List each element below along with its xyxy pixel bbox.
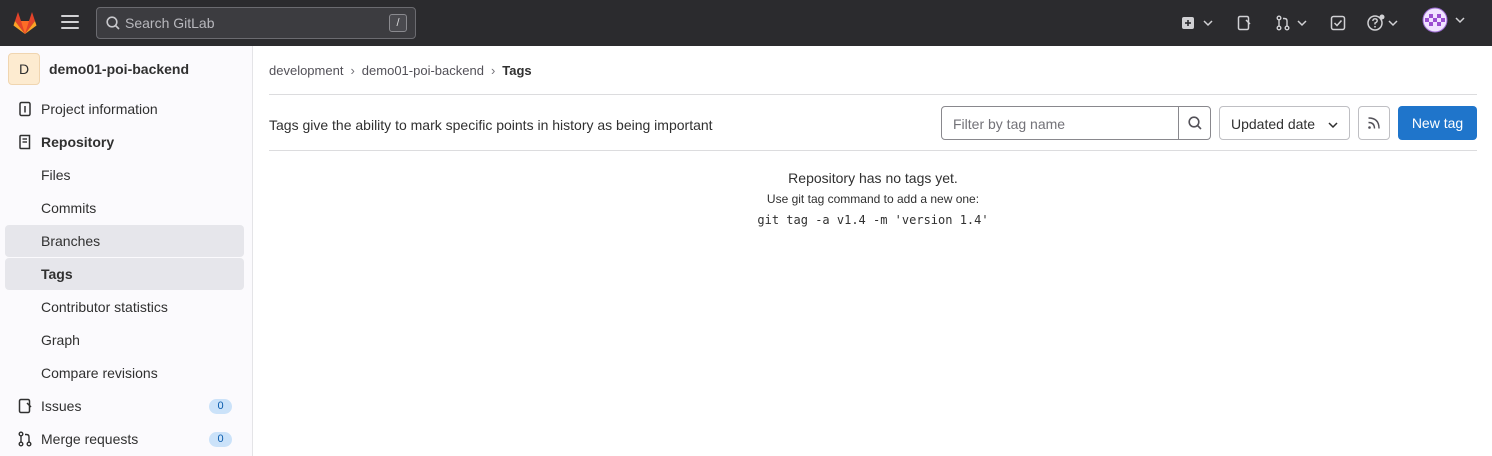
merge-requests-count-badge: 0 (209, 432, 232, 447)
sort-dropdown[interactable]: Updated date (1219, 106, 1350, 140)
sidebar-item-contributor-statistics[interactable]: Contributor statistics (5, 291, 244, 323)
empty-state-command: git tag -a v1.4 -m 'version 1.4' (757, 213, 989, 227)
chevron-down-icon (1203, 20, 1213, 27)
search-icon (106, 16, 120, 30)
tag-filter-input[interactable]: Filter by tag name (953, 116, 1065, 132)
gitlab-logo[interactable] (11, 9, 39, 37)
create-new-button[interactable] (1181, 13, 1214, 33)
sidebar-item-merge-requests[interactable]: Merge requests 0 (5, 423, 244, 455)
new-tag-button[interactable]: New tag (1398, 106, 1477, 140)
divider (269, 150, 1477, 151)
plus-square-icon (1182, 17, 1194, 29)
sidebar-item-tags[interactable]: Tags (5, 258, 244, 290)
divider (269, 94, 1477, 95)
issues-shortcut-button[interactable] (1236, 13, 1252, 33)
sidebar-item-label: Project information (41, 101, 158, 117)
project-name: demo01-poi-backend (49, 61, 190, 77)
chevron-right-icon: › (490, 63, 496, 78)
rss-button[interactable] (1358, 106, 1390, 140)
search-shortcut-key: / (389, 14, 407, 32)
chevron-down-icon (1388, 20, 1398, 27)
search-box[interactable]: Search GitLab / (96, 7, 416, 39)
sidebar-item-label: Issues (41, 398, 82, 414)
sidebar-item-label: Repository (41, 134, 115, 150)
sidebar-item-issues[interactable]: Issues 0 (5, 390, 244, 422)
issues-icon (1237, 15, 1251, 31)
sidebar-item-project-information[interactable]: Project information (5, 93, 244, 125)
sidebar-item-label: Merge requests (41, 431, 139, 447)
breadcrumb: development › demo01-poi-backend › Tags (269, 63, 532, 78)
sidebar-item-branches[interactable]: Branches (5, 225, 244, 257)
tag-filter-search-button[interactable] (1178, 107, 1210, 139)
help-icon (1367, 14, 1385, 31)
chevron-down-icon (1297, 20, 1307, 27)
user-menu-button[interactable] (1422, 7, 1466, 33)
sidebar-item-label: Branches (41, 233, 101, 249)
issues-icon (18, 398, 32, 414)
breadcrumb-item-project[interactable]: demo01-poi-backend (362, 63, 484, 78)
empty-state-title: Repository has no tags yet. (788, 170, 958, 186)
menu-icon[interactable] (61, 15, 79, 31)
rss-icon (1368, 117, 1380, 129)
sidebar-item-repository[interactable]: Repository (5, 126, 244, 158)
user-avatar (1422, 7, 1448, 33)
project-avatar: D (8, 53, 40, 85)
merge-request-icon (18, 431, 32, 447)
sidebar-item-label: Tags (41, 266, 73, 282)
merge-requests-button[interactable] (1275, 13, 1308, 33)
search-icon (1188, 116, 1202, 130)
todo-icon (1330, 15, 1346, 31)
sidebar-item-label: Files (41, 167, 71, 183)
issues-count-badge: 0 (209, 399, 232, 414)
sidebar-item-label: Compare revisions (41, 365, 158, 381)
todos-button[interactable] (1330, 13, 1346, 33)
sidebar-item-commits[interactable]: Commits (5, 192, 244, 224)
chevron-right-icon: › (350, 63, 355, 78)
sidebar-item-label: Contributor statistics (41, 299, 168, 315)
sort-label: Updated date (1231, 116, 1316, 132)
repository-icon (19, 134, 31, 150)
page-description: Tags give the ability to mark specific p… (269, 117, 713, 133)
breadcrumb-item-current[interactable]: Tags (502, 63, 531, 78)
sidebar-item-files[interactable]: Files (5, 159, 244, 191)
info-icon (19, 101, 31, 117)
sidebar-item-compare-revisions[interactable]: Compare revisions (5, 357, 244, 389)
search-placeholder: Search GitLab (125, 15, 215, 31)
project-header[interactable]: D demo01-poi-backend (8, 53, 189, 85)
merge-request-icon (1276, 15, 1290, 31)
sidebar-item-graph[interactable]: Graph (5, 324, 244, 356)
chevron-down-icon (1455, 17, 1465, 24)
tag-filter[interactable]: Filter by tag name (941, 106, 1211, 140)
help-button[interactable] (1367, 13, 1399, 33)
sidebar-item-label: Commits (41, 200, 97, 216)
chevron-down-icon (1328, 122, 1338, 129)
sidebar: D demo01-poi-backend Project information… (0, 46, 253, 456)
breadcrumb-item-group[interactable]: development (269, 63, 343, 78)
top-bar: Search GitLab / (0, 0, 1492, 46)
sidebar-item-label: Graph (41, 332, 80, 348)
empty-state-subtitle: Use git tag command to add a new one: (766, 192, 980, 206)
